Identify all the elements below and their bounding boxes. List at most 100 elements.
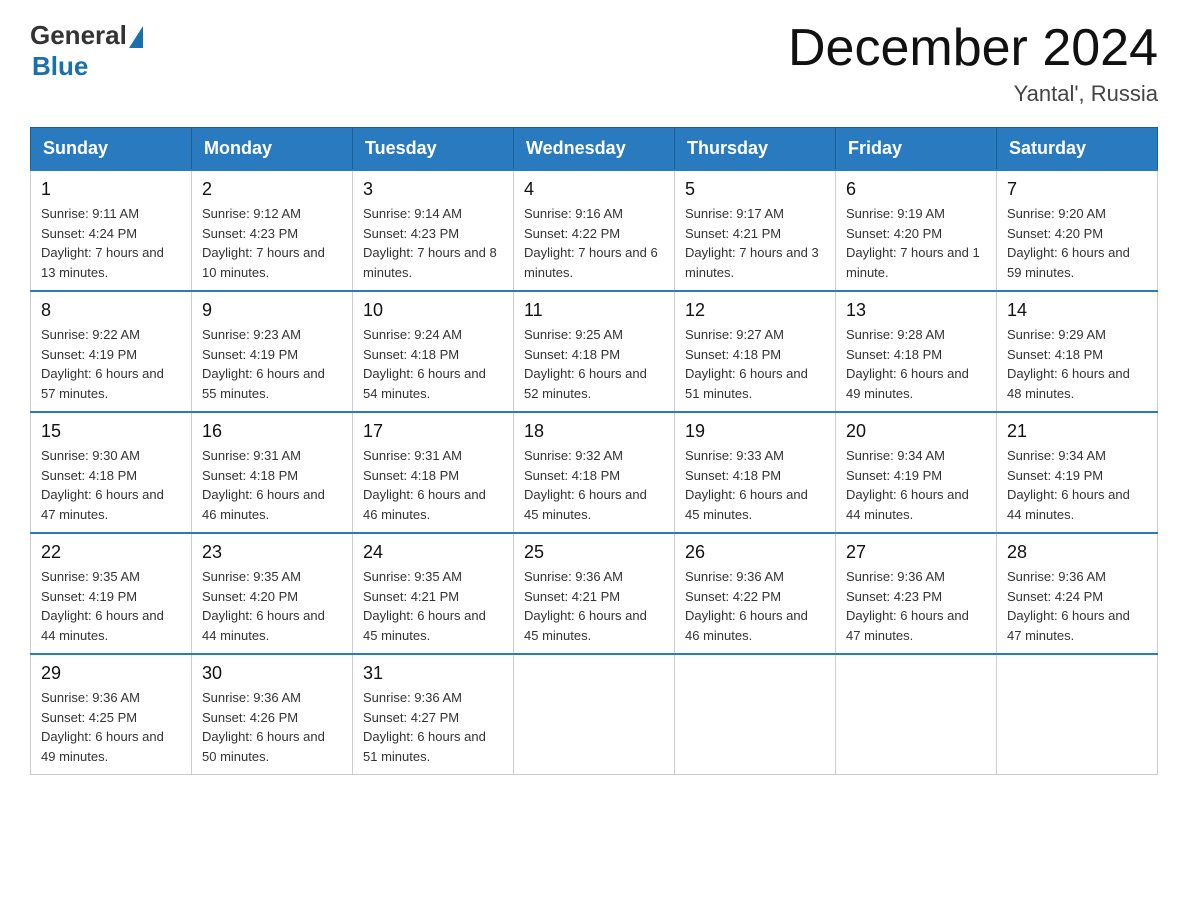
day-info: Sunrise: 9:35 AMSunset: 4:20 PMDaylight:… — [202, 567, 342, 645]
title-block: December 2024 Yantal', Russia — [788, 20, 1158, 107]
calendar-day-cell: 6 Sunrise: 9:19 AMSunset: 4:20 PMDayligh… — [836, 170, 997, 291]
calendar-day-cell: 17 Sunrise: 9:31 AMSunset: 4:18 PMDaylig… — [353, 412, 514, 533]
day-info: Sunrise: 9:20 AMSunset: 4:20 PMDaylight:… — [1007, 204, 1147, 282]
day-number: 4 — [524, 179, 664, 200]
calendar-body: 1 Sunrise: 9:11 AMSunset: 4:24 PMDayligh… — [31, 170, 1158, 775]
day-number: 7 — [1007, 179, 1147, 200]
month-title: December 2024 — [788, 20, 1158, 77]
page-header: General Blue December 2024 Yantal', Russ… — [30, 20, 1158, 107]
calendar-header: SundayMondayTuesdayWednesdayThursdayFrid… — [31, 128, 1158, 171]
day-info: Sunrise: 9:19 AMSunset: 4:20 PMDaylight:… — [846, 204, 986, 282]
day-number: 23 — [202, 542, 342, 563]
weekday-header-saturday: Saturday — [997, 128, 1158, 171]
day-info: Sunrise: 9:36 AMSunset: 4:25 PMDaylight:… — [41, 688, 181, 766]
calendar-week-row: 8 Sunrise: 9:22 AMSunset: 4:19 PMDayligh… — [31, 291, 1158, 412]
calendar-day-cell: 18 Sunrise: 9:32 AMSunset: 4:18 PMDaylig… — [514, 412, 675, 533]
weekday-header-sunday: Sunday — [31, 128, 192, 171]
calendar-day-cell: 31 Sunrise: 9:36 AMSunset: 4:27 PMDaylig… — [353, 654, 514, 775]
day-number: 24 — [363, 542, 503, 563]
logo: General Blue — [30, 20, 143, 82]
calendar-day-cell: 21 Sunrise: 9:34 AMSunset: 4:19 PMDaylig… — [997, 412, 1158, 533]
day-info: Sunrise: 9:36 AMSunset: 4:21 PMDaylight:… — [524, 567, 664, 645]
day-info: Sunrise: 9:31 AMSunset: 4:18 PMDaylight:… — [363, 446, 503, 524]
calendar-day-cell: 13 Sunrise: 9:28 AMSunset: 4:18 PMDaylig… — [836, 291, 997, 412]
calendar-day-cell: 19 Sunrise: 9:33 AMSunset: 4:18 PMDaylig… — [675, 412, 836, 533]
day-info: Sunrise: 9:34 AMSunset: 4:19 PMDaylight:… — [1007, 446, 1147, 524]
day-info: Sunrise: 9:23 AMSunset: 4:19 PMDaylight:… — [202, 325, 342, 403]
day-number: 25 — [524, 542, 664, 563]
calendar-day-cell: 25 Sunrise: 9:36 AMSunset: 4:21 PMDaylig… — [514, 533, 675, 654]
location-label: Yantal', Russia — [788, 81, 1158, 107]
calendar-day-cell — [836, 654, 997, 775]
day-number: 28 — [1007, 542, 1147, 563]
calendar-day-cell: 10 Sunrise: 9:24 AMSunset: 4:18 PMDaylig… — [353, 291, 514, 412]
day-info: Sunrise: 9:35 AMSunset: 4:19 PMDaylight:… — [41, 567, 181, 645]
day-info: Sunrise: 9:34 AMSunset: 4:19 PMDaylight:… — [846, 446, 986, 524]
calendar-day-cell — [514, 654, 675, 775]
day-number: 31 — [363, 663, 503, 684]
day-number: 17 — [363, 421, 503, 442]
weekday-header-monday: Monday — [192, 128, 353, 171]
day-number: 27 — [846, 542, 986, 563]
day-info: Sunrise: 9:35 AMSunset: 4:21 PMDaylight:… — [363, 567, 503, 645]
calendar-day-cell: 24 Sunrise: 9:35 AMSunset: 4:21 PMDaylig… — [353, 533, 514, 654]
day-number: 18 — [524, 421, 664, 442]
day-number: 15 — [41, 421, 181, 442]
calendar-day-cell: 14 Sunrise: 9:29 AMSunset: 4:18 PMDaylig… — [997, 291, 1158, 412]
day-number: 20 — [846, 421, 986, 442]
logo-blue-text: Blue — [32, 51, 88, 82]
calendar-day-cell: 15 Sunrise: 9:30 AMSunset: 4:18 PMDaylig… — [31, 412, 192, 533]
calendar-day-cell: 9 Sunrise: 9:23 AMSunset: 4:19 PMDayligh… — [192, 291, 353, 412]
day-number: 1 — [41, 179, 181, 200]
day-number: 29 — [41, 663, 181, 684]
calendar-day-cell: 27 Sunrise: 9:36 AMSunset: 4:23 PMDaylig… — [836, 533, 997, 654]
day-number: 13 — [846, 300, 986, 321]
weekday-header-friday: Friday — [836, 128, 997, 171]
calendar-day-cell: 28 Sunrise: 9:36 AMSunset: 4:24 PMDaylig… — [997, 533, 1158, 654]
day-info: Sunrise: 9:12 AMSunset: 4:23 PMDaylight:… — [202, 204, 342, 282]
day-info: Sunrise: 9:32 AMSunset: 4:18 PMDaylight:… — [524, 446, 664, 524]
day-number: 14 — [1007, 300, 1147, 321]
calendar-day-cell: 30 Sunrise: 9:36 AMSunset: 4:26 PMDaylig… — [192, 654, 353, 775]
day-number: 6 — [846, 179, 986, 200]
calendar-day-cell — [997, 654, 1158, 775]
day-number: 11 — [524, 300, 664, 321]
day-number: 2 — [202, 179, 342, 200]
calendar-day-cell: 29 Sunrise: 9:36 AMSunset: 4:25 PMDaylig… — [31, 654, 192, 775]
calendar-week-row: 22 Sunrise: 9:35 AMSunset: 4:19 PMDaylig… — [31, 533, 1158, 654]
day-number: 8 — [41, 300, 181, 321]
weekday-header-thursday: Thursday — [675, 128, 836, 171]
calendar-day-cell: 7 Sunrise: 9:20 AMSunset: 4:20 PMDayligh… — [997, 170, 1158, 291]
calendar-day-cell: 22 Sunrise: 9:35 AMSunset: 4:19 PMDaylig… — [31, 533, 192, 654]
day-number: 26 — [685, 542, 825, 563]
day-info: Sunrise: 9:29 AMSunset: 4:18 PMDaylight:… — [1007, 325, 1147, 403]
calendar-day-cell: 5 Sunrise: 9:17 AMSunset: 4:21 PMDayligh… — [675, 170, 836, 291]
calendar-day-cell: 26 Sunrise: 9:36 AMSunset: 4:22 PMDaylig… — [675, 533, 836, 654]
calendar-day-cell: 2 Sunrise: 9:12 AMSunset: 4:23 PMDayligh… — [192, 170, 353, 291]
weekday-header-tuesday: Tuesday — [353, 128, 514, 171]
day-number: 10 — [363, 300, 503, 321]
calendar-week-row: 1 Sunrise: 9:11 AMSunset: 4:24 PMDayligh… — [31, 170, 1158, 291]
calendar-day-cell: 12 Sunrise: 9:27 AMSunset: 4:18 PMDaylig… — [675, 291, 836, 412]
logo-general-text: General — [30, 20, 127, 51]
day-number: 21 — [1007, 421, 1147, 442]
day-info: Sunrise: 9:31 AMSunset: 4:18 PMDaylight:… — [202, 446, 342, 524]
calendar-week-row: 29 Sunrise: 9:36 AMSunset: 4:25 PMDaylig… — [31, 654, 1158, 775]
weekday-header-row: SundayMondayTuesdayWednesdayThursdayFrid… — [31, 128, 1158, 171]
calendar-day-cell: 16 Sunrise: 9:31 AMSunset: 4:18 PMDaylig… — [192, 412, 353, 533]
calendar-day-cell: 23 Sunrise: 9:35 AMSunset: 4:20 PMDaylig… — [192, 533, 353, 654]
day-info: Sunrise: 9:25 AMSunset: 4:18 PMDaylight:… — [524, 325, 664, 403]
day-info: Sunrise: 9:30 AMSunset: 4:18 PMDaylight:… — [41, 446, 181, 524]
day-number: 16 — [202, 421, 342, 442]
day-number: 22 — [41, 542, 181, 563]
day-info: Sunrise: 9:11 AMSunset: 4:24 PMDaylight:… — [41, 204, 181, 282]
calendar-day-cell: 11 Sunrise: 9:25 AMSunset: 4:18 PMDaylig… — [514, 291, 675, 412]
day-info: Sunrise: 9:33 AMSunset: 4:18 PMDaylight:… — [685, 446, 825, 524]
calendar-week-row: 15 Sunrise: 9:30 AMSunset: 4:18 PMDaylig… — [31, 412, 1158, 533]
logo-triangle-icon — [129, 26, 143, 48]
day-info: Sunrise: 9:36 AMSunset: 4:26 PMDaylight:… — [202, 688, 342, 766]
day-info: Sunrise: 9:22 AMSunset: 4:19 PMDaylight:… — [41, 325, 181, 403]
calendar-table: SundayMondayTuesdayWednesdayThursdayFrid… — [30, 127, 1158, 775]
day-info: Sunrise: 9:36 AMSunset: 4:23 PMDaylight:… — [846, 567, 986, 645]
day-info: Sunrise: 9:24 AMSunset: 4:18 PMDaylight:… — [363, 325, 503, 403]
